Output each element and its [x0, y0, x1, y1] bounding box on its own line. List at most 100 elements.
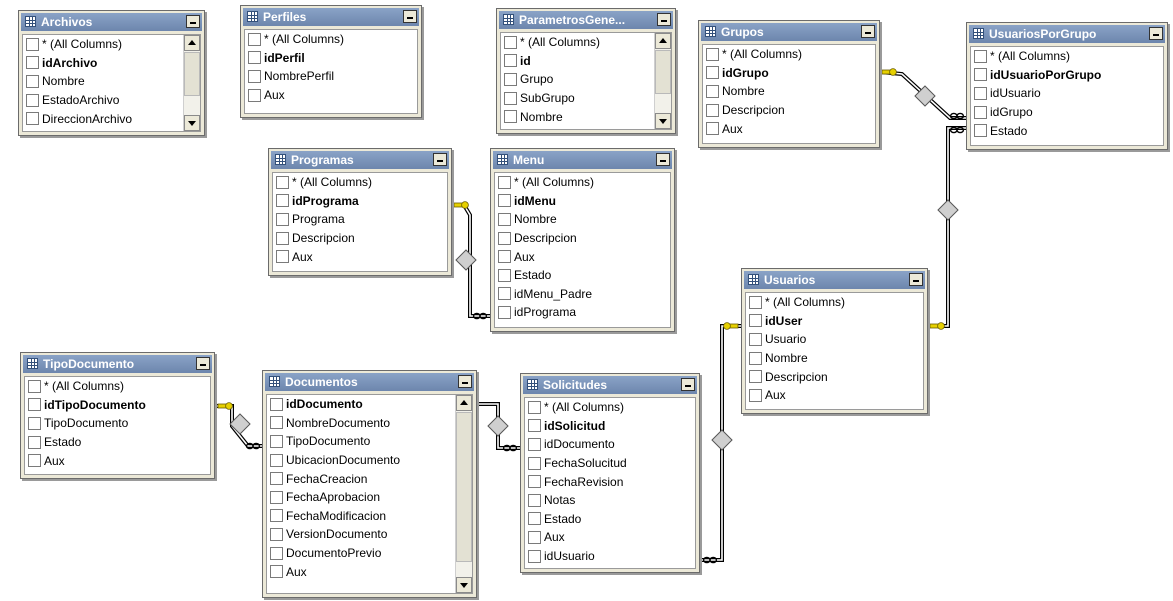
scroll-down-icon[interactable] [456, 577, 472, 593]
table-title-bar[interactable]: Documentos [265, 373, 474, 391]
column-row[interactable]: Programa [273, 210, 447, 229]
minimize-icon[interactable] [657, 13, 671, 26]
column-row[interactable]: idPrograma [273, 192, 447, 211]
minimize-icon[interactable] [656, 153, 670, 166]
column-checkbox[interactable] [528, 512, 541, 526]
column-checkbox[interactable] [528, 530, 541, 544]
column-row[interactable]: NombrePerfil [245, 67, 417, 86]
column-row[interactable]: idUsuarioPorGrupo [971, 66, 1163, 85]
column-checkbox[interactable] [248, 88, 261, 102]
column-row[interactable]: Nombre [501, 107, 671, 126]
column-checkbox[interactable] [498, 268, 511, 282]
table-title-bar[interactable]: ParametrosGene... [499, 11, 673, 29]
column-checkbox[interactable] [248, 32, 261, 46]
scroll-down-icon[interactable] [184, 115, 200, 131]
column-checkbox[interactable] [28, 454, 41, 468]
column-checkbox[interactable] [749, 351, 762, 365]
minimize-icon[interactable] [403, 10, 417, 23]
column-row[interactable]: * (All Columns) [971, 47, 1163, 66]
column-row[interactable]: Grupo [501, 70, 671, 89]
column-row[interactable]: FechaAprobacion [267, 488, 472, 507]
scrollbar[interactable] [654, 33, 671, 129]
column-checkbox[interactable] [504, 91, 517, 105]
column-checkbox[interactable] [270, 416, 283, 430]
column-row[interactable]: * (All Columns) [501, 33, 671, 52]
column-row[interactable]: Aux [703, 119, 875, 138]
column-checkbox[interactable] [528, 400, 541, 414]
column-checkbox[interactable] [528, 419, 541, 433]
column-row[interactable]: Descripcion [273, 229, 447, 248]
table-title-bar[interactable]: Perfiles [243, 8, 419, 26]
column-row[interactable]: idUser [746, 312, 923, 331]
column-row[interactable]: idMenu_Padre [495, 285, 670, 304]
column-checkbox[interactable] [276, 212, 289, 226]
minimize-icon[interactable] [458, 375, 472, 388]
column-row[interactable]: TipoDocumento [25, 414, 210, 433]
scrollbar[interactable] [455, 395, 472, 593]
column-row[interactable]: * (All Columns) [23, 35, 200, 54]
column-checkbox[interactable] [706, 84, 719, 98]
minimize-icon[interactable] [433, 153, 447, 166]
column-checkbox[interactable] [528, 437, 541, 451]
table-parametrosgenerales[interactable]: ParametrosGene... * (All Columns) id Grupo… [496, 8, 676, 134]
column-row[interactable]: idUsuario [525, 547, 695, 566]
minimize-icon[interactable] [861, 25, 875, 38]
column-checkbox[interactable] [528, 456, 541, 470]
column-checkbox[interactable] [26, 37, 39, 51]
scroll-up-icon[interactable] [456, 395, 472, 411]
table-tipodocumento[interactable]: TipoDocumento * (All Columns) idTipoDocum… [20, 352, 215, 479]
column-checkbox[interactable] [974, 86, 987, 100]
column-row[interactable]: idSolicitud [525, 417, 695, 436]
table-title-bar[interactable]: UsuariosPorGrupo [969, 25, 1165, 43]
column-row[interactable]: idTipoDocumento [25, 396, 210, 415]
scroll-up-icon[interactable] [184, 35, 200, 51]
column-row[interactable]: DocumentoPrevio [267, 544, 472, 563]
column-row[interactable]: Notas [525, 491, 695, 510]
scroll-thumb[interactable] [184, 52, 200, 96]
column-checkbox[interactable] [276, 231, 289, 245]
column-row[interactable]: idGrupo [971, 103, 1163, 122]
minimize-icon[interactable] [1149, 27, 1163, 40]
column-checkbox[interactable] [26, 56, 39, 70]
minimize-icon[interactable] [681, 378, 695, 391]
table-title-bar[interactable]: Menu [493, 151, 672, 169]
column-checkbox[interactable] [498, 212, 511, 226]
table-title-bar[interactable]: Solicitudes [523, 376, 697, 394]
column-checkbox[interactable] [498, 231, 511, 245]
column-row[interactable]: FechaModificacion [267, 507, 472, 526]
column-row[interactable]: Nombre [703, 82, 875, 101]
column-row[interactable]: Nombre [495, 210, 670, 229]
column-row[interactable]: idDocumento [267, 395, 472, 414]
column-row[interactable]: * (All Columns) [273, 173, 447, 192]
column-row[interactable]: UbicacionDocumento [267, 451, 472, 470]
column-checkbox[interactable] [270, 527, 283, 541]
column-checkbox[interactable] [749, 370, 762, 384]
column-checkbox[interactable] [528, 475, 541, 489]
column-checkbox[interactable] [974, 49, 987, 63]
column-row[interactable]: FechaSolucitud [525, 454, 695, 473]
column-row[interactable]: * (All Columns) [703, 45, 875, 64]
table-title-bar[interactable]: Archivos [21, 13, 202, 31]
column-checkbox[interactable] [528, 493, 541, 507]
table-perfiles[interactable]: Perfiles * (All Columns) idPerfil NombrePe… [240, 5, 422, 118]
column-checkbox[interactable] [270, 434, 283, 448]
column-checkbox[interactable] [974, 68, 987, 82]
scroll-thumb[interactable] [655, 50, 671, 94]
column-row[interactable]: Usuario [746, 330, 923, 349]
column-checkbox[interactable] [28, 398, 41, 412]
column-row[interactable]: * (All Columns) [25, 377, 210, 396]
column-row[interactable]: Descripcion [495, 229, 670, 248]
column-row[interactable]: FechaCreacion [267, 469, 472, 488]
column-checkbox[interactable] [498, 194, 511, 208]
table-title-bar[interactable]: Grupos [701, 23, 877, 41]
column-checkbox[interactable] [28, 416, 41, 430]
table-solicitudes[interactable]: Solicitudes * (All Columns) idSolicitud id… [520, 373, 700, 573]
column-row[interactable]: idPrograma [495, 303, 670, 322]
table-programas[interactable]: Programas * (All Columns) idPrograma Progr… [268, 148, 452, 276]
column-row[interactable]: * (All Columns) [746, 293, 923, 312]
table-title-bar[interactable]: Programas [271, 151, 449, 169]
column-checkbox[interactable] [270, 397, 283, 411]
column-row[interactable]: idMenu [495, 192, 670, 211]
column-row[interactable]: Aux [245, 86, 417, 105]
column-row[interactable]: Estado [525, 510, 695, 529]
